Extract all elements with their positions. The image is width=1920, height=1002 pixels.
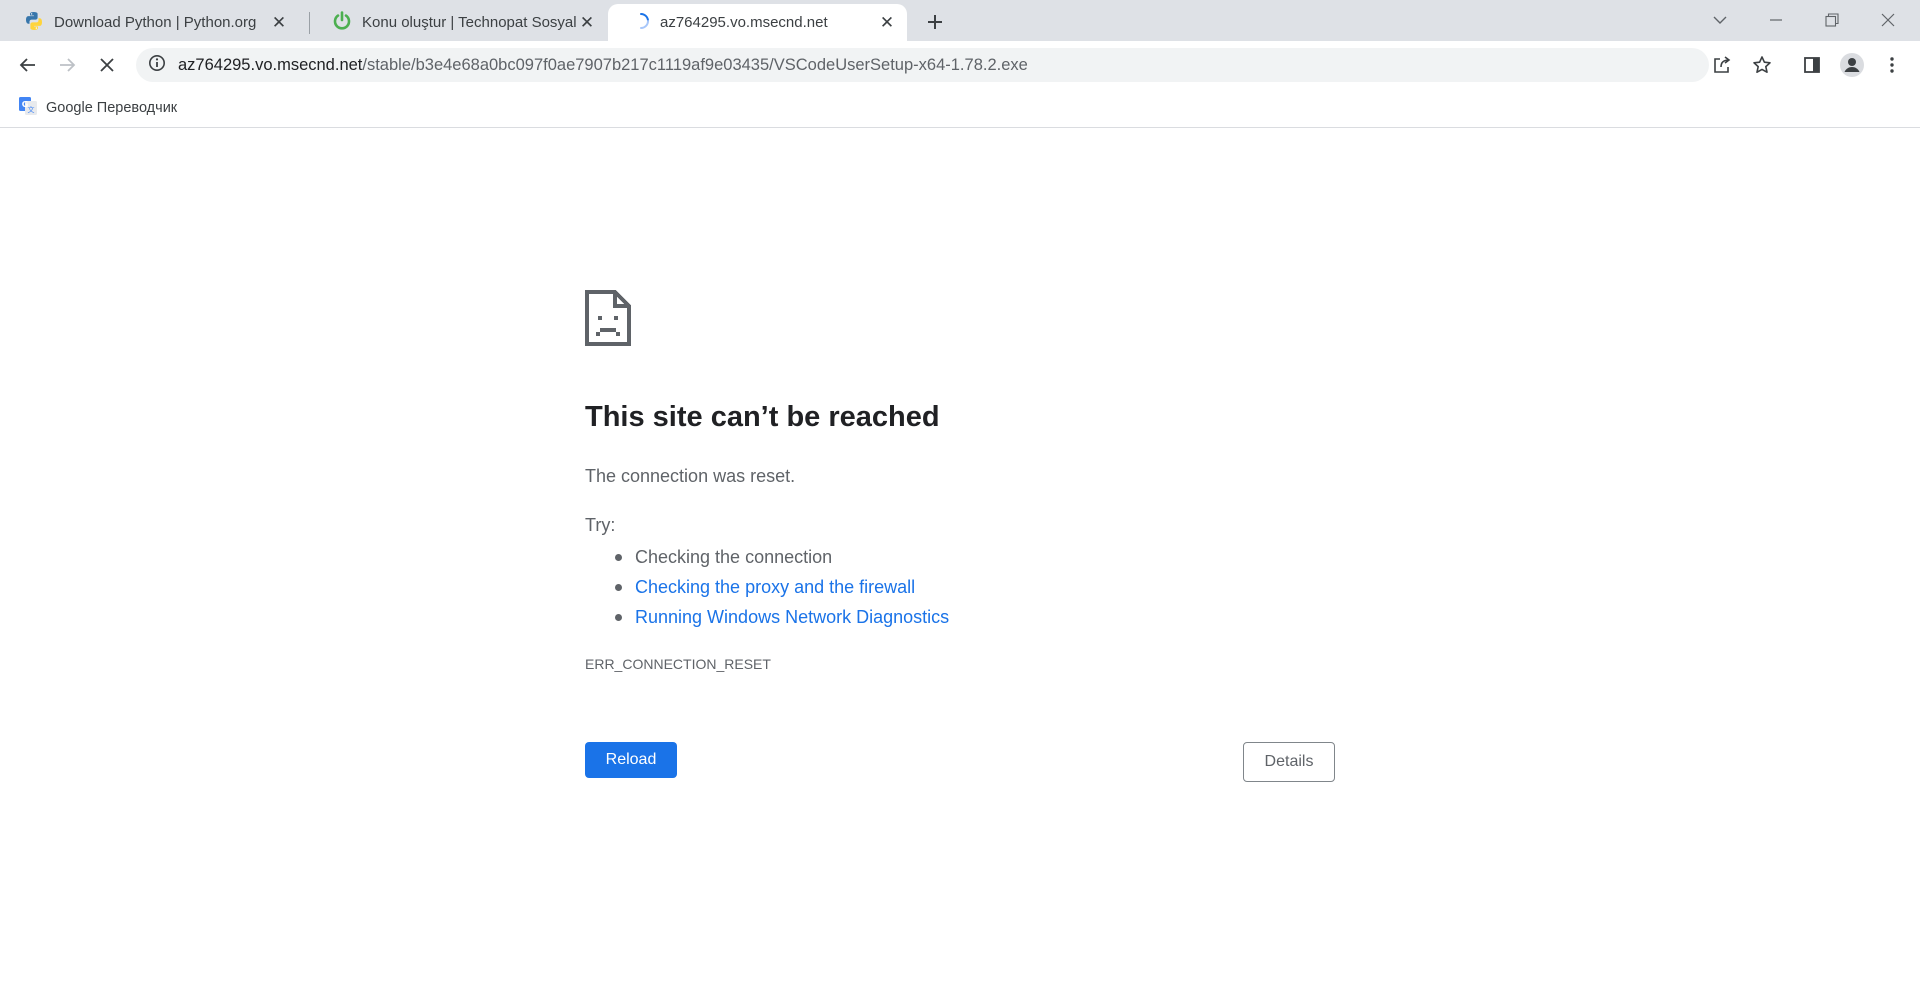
tab-msecnd[interactable]: az764295.vo.msecnd.net ✕: [608, 4, 907, 41]
suggestion-check-proxy-link[interactable]: Checking the proxy and the firewall: [614, 572, 949, 602]
error-description: The connection was reset.: [585, 466, 796, 486]
star-icon: [1753, 56, 1771, 73]
error-title: This site can’t be reached: [585, 401, 940, 433]
share-button[interactable]: [1706, 49, 1738, 81]
close-icon[interactable]: ✕: [877, 13, 897, 33]
suggestion-check-connection: Checking the connection: [614, 542, 949, 572]
google-translate-icon: G 文: [18, 96, 46, 120]
bookmark-label: Google Переводчик: [46, 100, 178, 116]
side-panel-icon: [1804, 57, 1820, 73]
toolbar: az764295.vo.msecnd.net/stable/b3e4e68a0b…: [0, 41, 1920, 88]
arrow-left-icon: [19, 58, 35, 72]
profile-button[interactable]: [1836, 49, 1868, 81]
info-icon[interactable]: [148, 54, 178, 77]
close-icon: [1881, 13, 1895, 27]
close-icon[interactable]: ✕: [577, 13, 597, 33]
tab-search-button[interactable]: [1692, 0, 1748, 40]
try-label: Try:: [585, 515, 616, 535]
url-host: az764295.vo.msecnd.net: [178, 55, 363, 74]
restore-button[interactable]: [1804, 0, 1860, 40]
error-code: ERR_CONNECTION_RESET: [585, 656, 771, 672]
forward-button[interactable]: [51, 49, 83, 81]
arrow-right-icon: [60, 58, 76, 72]
restore-icon: [1825, 13, 1839, 27]
close-icon: [100, 58, 114, 72]
tab-python[interactable]: Download Python | Python.org ✕: [0, 4, 299, 41]
details-button[interactable]: Details: [1243, 742, 1335, 782]
tab-strip: Download Python | Python.org ✕ Konu oluş…: [0, 0, 1920, 41]
chevron-down-icon: [1713, 16, 1727, 24]
address-bar[interactable]: az764295.vo.msecnd.net/stable/b3e4e68a0b…: [136, 48, 1709, 82]
plus-icon: [928, 15, 942, 29]
minimize-button[interactable]: [1748, 0, 1804, 40]
kebab-menu-icon: [1890, 57, 1894, 73]
sad-document-icon: [585, 290, 631, 351]
avatar-icon: [1840, 53, 1864, 77]
bookmarks-bar: G 文 Google Переводчик: [0, 88, 1920, 128]
tab-title: az764295.vo.msecnd.net: [660, 14, 828, 31]
power-icon: [332, 10, 352, 35]
stop-loading-button[interactable]: [91, 49, 123, 81]
suggestion-network-diagnostics-link[interactable]: Running Windows Network Diagnostics: [614, 602, 949, 632]
url-path: /stable/b3e4e68a0bc097f0ae7907b217c1119a…: [362, 55, 1028, 74]
back-button[interactable]: [12, 49, 44, 81]
menu-button[interactable]: [1876, 49, 1908, 81]
new-tab-button[interactable]: [920, 7, 950, 37]
error-page: This site can’t be reached The connectio…: [0, 129, 1920, 1002]
python-icon: [24, 11, 44, 35]
side-panel-button[interactable]: [1796, 49, 1828, 81]
loading-spinner-icon: [632, 12, 650, 34]
close-icon[interactable]: ✕: [269, 13, 289, 33]
tab-title: Konu oluştur | Technopat Sosyal: [362, 14, 577, 31]
bookmark-google-translate[interactable]: G 文 Google Переводчик: [18, 96, 177, 120]
close-window-button[interactable]: [1860, 0, 1916, 40]
reload-button[interactable]: Reload: [585, 742, 677, 778]
minimize-icon: [1770, 19, 1782, 21]
svg-text:文: 文: [28, 105, 35, 114]
suggestion-list: Checking the connection Checking the pro…: [614, 542, 949, 632]
tab-technopat[interactable]: Konu oluştur | Technopat Sosyal ✕: [308, 4, 607, 41]
tab-title: Download Python | Python.org: [54, 14, 257, 31]
bookmark-star-button[interactable]: [1746, 49, 1778, 81]
share-icon: [1714, 56, 1731, 73]
